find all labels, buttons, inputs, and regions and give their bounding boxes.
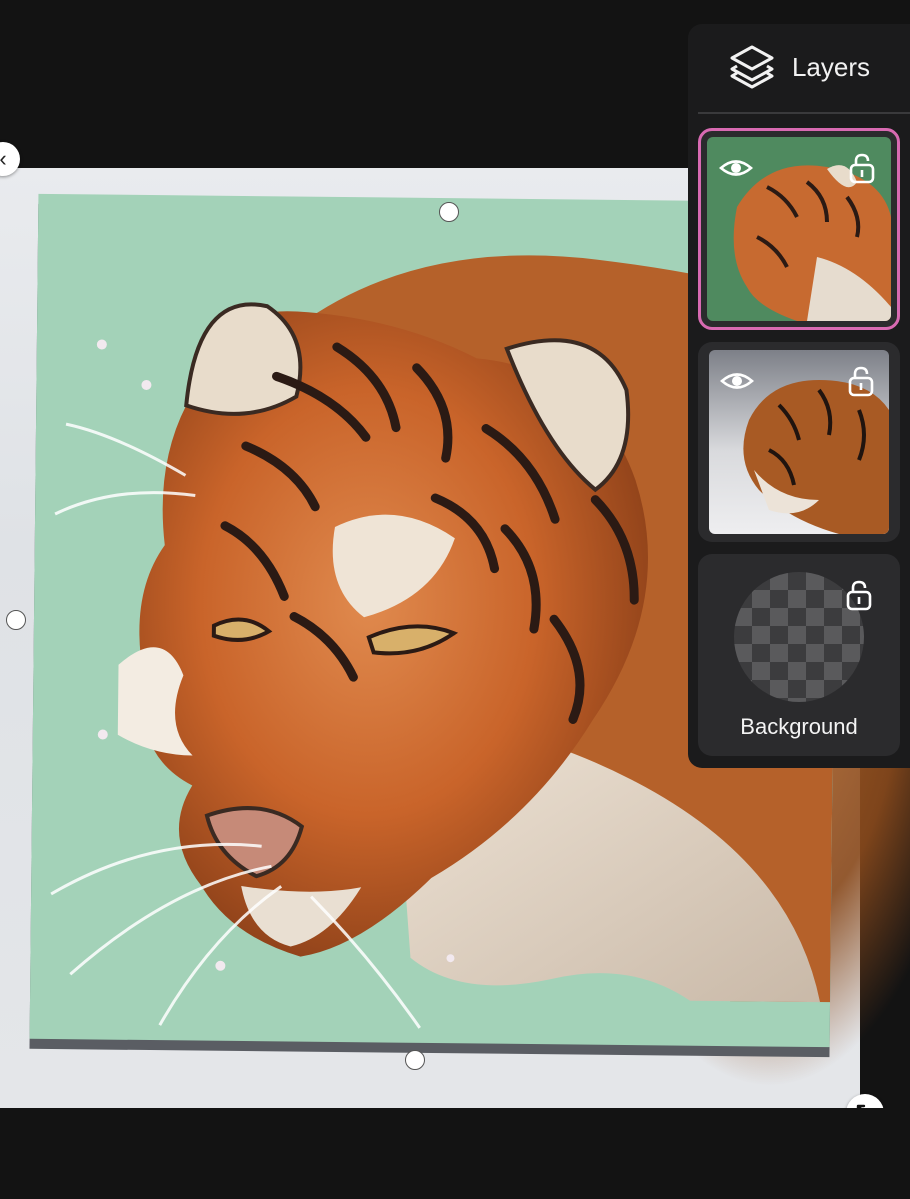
bottom-bar — [0, 1108, 910, 1199]
unlock-icon[interactable] — [844, 364, 878, 398]
layer-item-drawing[interactable] — [698, 128, 900, 330]
unlock-icon[interactable] — [842, 578, 876, 612]
layers-panel-header: Layers — [688, 24, 910, 110]
eye-icon[interactable] — [719, 151, 753, 185]
eye-icon[interactable] — [720, 364, 754, 398]
layer-item-background[interactable]: Background — [698, 554, 900, 756]
chevron-left-icon: ‹ — [0, 146, 7, 171]
panel-divider — [698, 112, 910, 114]
layers-panel: Layers Background — [688, 24, 910, 768]
layer-item-photo[interactable] — [698, 342, 900, 542]
layers-stack-icon — [730, 45, 774, 89]
background-layer-label: Background — [740, 714, 858, 739]
transform-handle-left[interactable] — [6, 610, 26, 630]
transform-handle-bottom[interactable] — [405, 1050, 425, 1070]
transform-handle-top[interactable] — [439, 202, 459, 222]
unlock-icon[interactable] — [845, 151, 879, 185]
layers-panel-title: Layers — [791, 51, 871, 82]
